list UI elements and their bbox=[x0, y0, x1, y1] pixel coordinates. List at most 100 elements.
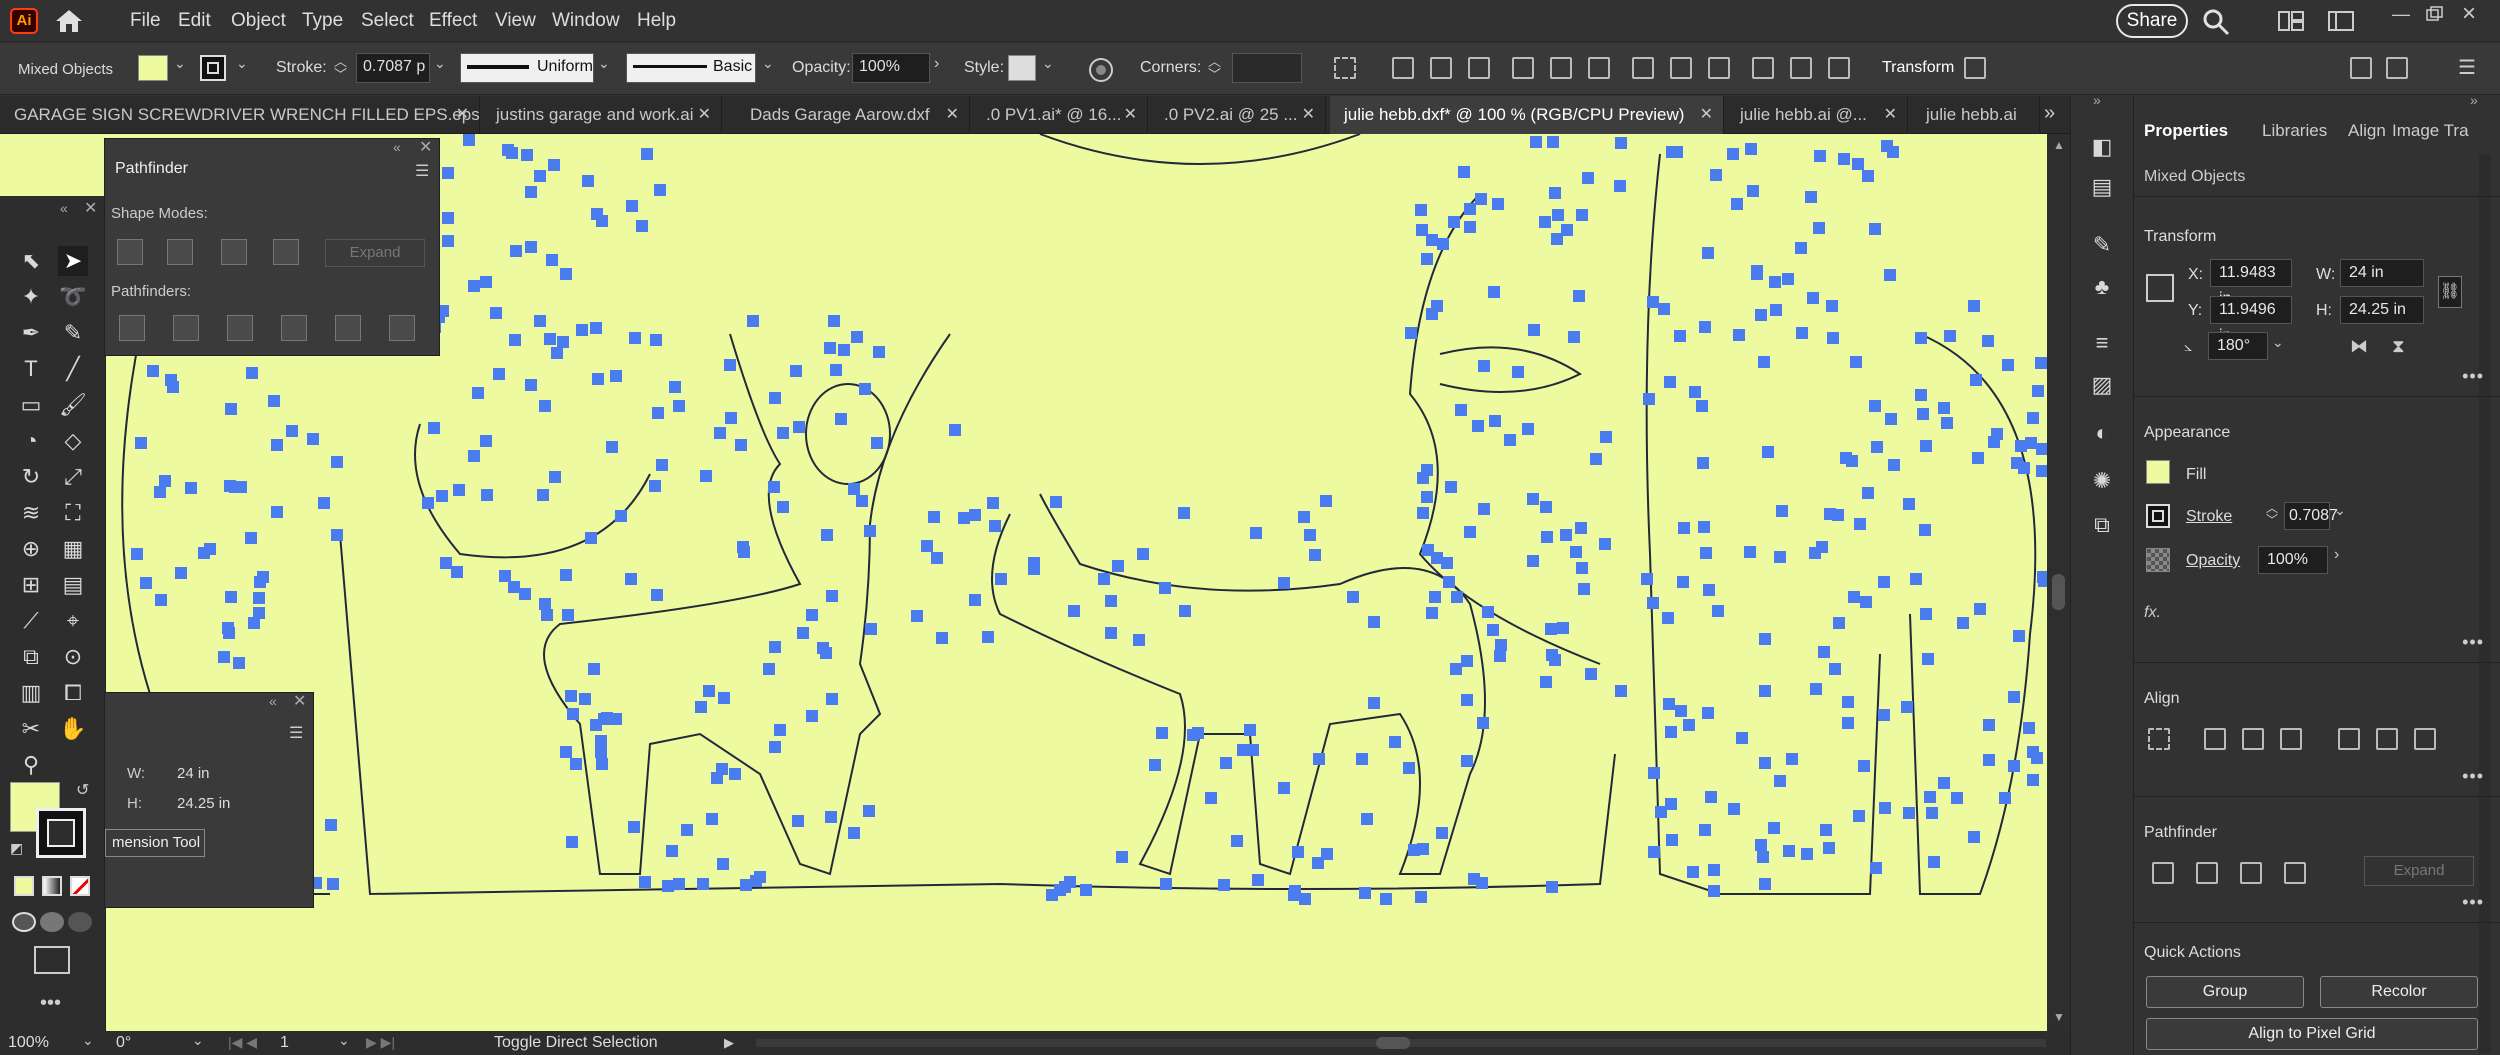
distribute-bottom-icon[interactable] bbox=[1708, 57, 1730, 79]
perspective-grid-icon[interactable]: ▦ bbox=[58, 534, 88, 564]
anchor-point[interactable] bbox=[1431, 300, 1443, 312]
anchor-point[interactable] bbox=[1970, 374, 1982, 386]
anchor-point[interactable] bbox=[541, 609, 553, 621]
anchor-point[interactable] bbox=[1578, 583, 1590, 595]
anchor-point[interactable] bbox=[1359, 887, 1371, 899]
anchor-point[interactable] bbox=[1512, 366, 1524, 378]
anchor-point[interactable] bbox=[1885, 413, 1897, 425]
anchor-point[interactable] bbox=[510, 245, 522, 257]
anchor-point[interactable] bbox=[1552, 209, 1564, 221]
trim-icon[interactable] bbox=[173, 315, 199, 341]
anchor-point[interactable] bbox=[1159, 582, 1171, 594]
close-window-icon[interactable]: × bbox=[2462, 0, 2476, 28]
anchor-point[interactable] bbox=[871, 437, 883, 449]
anchor-point[interactable] bbox=[271, 506, 283, 518]
anchor-point[interactable] bbox=[1871, 441, 1883, 453]
anchor-point[interactable] bbox=[821, 529, 833, 541]
anchor-point[interactable] bbox=[1824, 508, 1836, 520]
chevron-down-icon[interactable]: ⌄ bbox=[1042, 55, 1054, 72]
exclude-icon[interactable] bbox=[2284, 862, 2306, 884]
panel-menu-icon[interactable]: ☰ bbox=[415, 161, 429, 181]
anchor-point[interactable] bbox=[331, 529, 343, 541]
anchor-point[interactable] bbox=[562, 609, 574, 621]
anchor-point[interactable] bbox=[453, 484, 465, 496]
gradient-mode-icon[interactable] bbox=[42, 876, 62, 896]
selection-tool-icon[interactable]: ⬉ bbox=[16, 246, 46, 276]
anchor-point[interactable] bbox=[1105, 627, 1117, 639]
anchor-point[interactable] bbox=[154, 486, 166, 498]
anchor-point[interactable] bbox=[1901, 701, 1913, 713]
anchor-point[interactable] bbox=[828, 315, 840, 327]
anchor-point[interactable] bbox=[1541, 531, 1553, 543]
anchor-point[interactable] bbox=[307, 433, 319, 445]
anchor-point[interactable] bbox=[774, 724, 786, 736]
anchor-point[interactable] bbox=[1304, 529, 1316, 541]
anchor-point[interactable] bbox=[1662, 612, 1674, 624]
rotate-angle-input[interactable]: 180° bbox=[2208, 332, 2268, 360]
rotate-tool-icon[interactable]: ↻ bbox=[16, 462, 46, 492]
distribute-left-icon[interactable] bbox=[1752, 57, 1774, 79]
anchor-point[interactable] bbox=[1982, 335, 1994, 347]
restore-icon[interactable] bbox=[2426, 6, 2444, 22]
fill-swatch[interactable] bbox=[138, 55, 168, 81]
anchor-point[interactable] bbox=[673, 400, 685, 412]
anchor-point[interactable] bbox=[1476, 877, 1488, 889]
stroke-color-box[interactable] bbox=[36, 808, 86, 858]
anchor-point[interactable] bbox=[1745, 143, 1757, 155]
anchor-point[interactable] bbox=[654, 184, 666, 196]
scroll-down-icon[interactable]: ▼ bbox=[2053, 1010, 2065, 1024]
anchor-point[interactable] bbox=[864, 525, 876, 537]
anchor-point[interactable] bbox=[1478, 360, 1490, 372]
anchor-point[interactable] bbox=[229, 481, 241, 493]
shape-builder-icon[interactable]: ⊕ bbox=[16, 534, 46, 564]
anchor-point[interactable] bbox=[1477, 717, 1489, 729]
anchor-point[interactable] bbox=[669, 381, 681, 393]
anchor-point[interactable] bbox=[1860, 596, 1872, 608]
anchor-point[interactable] bbox=[838, 344, 850, 356]
anchor-point[interactable] bbox=[1666, 146, 1678, 158]
close-panel-icon[interactable]: ✕ bbox=[419, 137, 432, 157]
anchor-point[interactable] bbox=[737, 541, 749, 553]
anchor-point[interactable] bbox=[1464, 203, 1476, 215]
anchor-point[interactable] bbox=[595, 746, 607, 758]
anchor-point[interactable] bbox=[1820, 824, 1832, 836]
anchor-point[interactable] bbox=[769, 641, 781, 653]
anchor-point[interactable] bbox=[1389, 736, 1401, 748]
anchor-point[interactable] bbox=[560, 268, 572, 280]
anchor-point[interactable] bbox=[582, 175, 594, 187]
anchor-point[interactable] bbox=[175, 567, 187, 579]
anchor-point[interactable] bbox=[1888, 459, 1900, 471]
anchor-point[interactable] bbox=[318, 497, 330, 509]
flip-horizontal-icon[interactable]: ⧓ bbox=[2350, 336, 2368, 357]
tab-pv2[interactable]: .0 PV2.ai @ 25 ... ✕ bbox=[1150, 96, 1326, 134]
anchor-point[interactable] bbox=[1436, 827, 1448, 839]
anchor-point[interactable] bbox=[1759, 633, 1771, 645]
anchor-point[interactable] bbox=[1696, 400, 1708, 412]
more-options-icon[interactable]: ••• bbox=[2462, 892, 2484, 913]
anchor-point[interactable] bbox=[1829, 663, 1841, 675]
anchor-point[interactable] bbox=[576, 324, 588, 336]
status-arrow-icon[interactable]: ▶ bbox=[724, 1035, 734, 1051]
graphic-style-swatch[interactable] bbox=[1008, 55, 1036, 81]
anchor-point[interactable] bbox=[931, 552, 943, 564]
anchor-point[interactable] bbox=[1991, 428, 2003, 440]
anchor-point[interactable] bbox=[185, 482, 197, 494]
close-tab-icon[interactable]: ✕ bbox=[1884, 96, 1897, 134]
anchor-point[interactable] bbox=[1426, 234, 1438, 246]
anchor-point[interactable] bbox=[1983, 754, 1995, 766]
anchor-point[interactable] bbox=[969, 594, 981, 606]
stepper-icon[interactable]: ︿ ﹀ bbox=[1208, 55, 1221, 81]
chevron-down-icon[interactable]: ⌄ bbox=[434, 55, 446, 72]
anchor-point[interactable] bbox=[826, 693, 838, 705]
scroll-up-icon[interactable]: ▲ bbox=[2053, 138, 2065, 152]
anchor-point[interactable] bbox=[271, 439, 283, 451]
more-options-icon[interactable]: ••• bbox=[2462, 366, 2484, 387]
arrange-documents-icon[interactable] bbox=[2278, 10, 2304, 32]
anchor-point[interactable] bbox=[165, 374, 177, 386]
anchor-point[interactable] bbox=[1615, 137, 1627, 149]
menu-window[interactable]: Window bbox=[552, 0, 620, 42]
anchor-point[interactable] bbox=[325, 819, 337, 831]
tab-dads-garage[interactable]: Dads Garage Aarow.dxf ✕ bbox=[736, 96, 970, 134]
close-tab-icon[interactable]: ✕ bbox=[1124, 96, 1137, 134]
anchor-point[interactable] bbox=[1429, 591, 1441, 603]
